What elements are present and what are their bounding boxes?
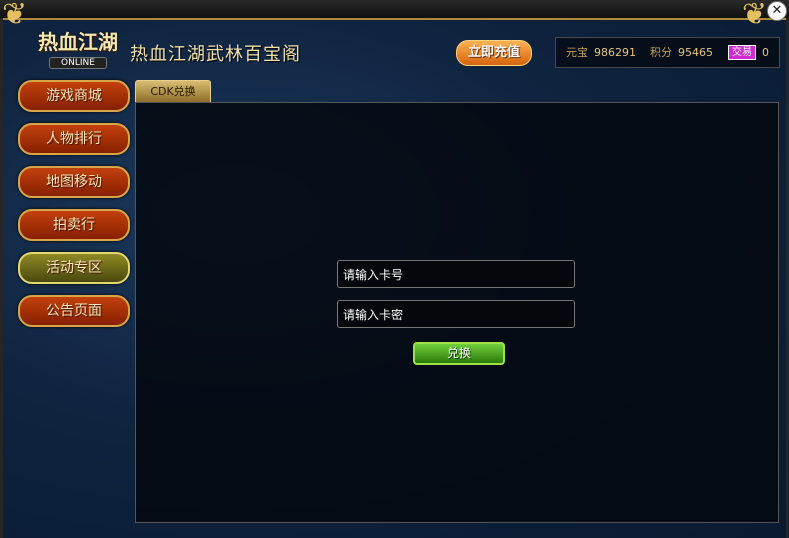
- currency-panel: 元宝 986291 积分 95465 交易 0: [555, 37, 780, 68]
- close-button[interactable]: ✕: [767, 1, 787, 21]
- yuanbao-label: 元宝: [566, 46, 588, 59]
- logo-subtext: ONLINE: [49, 57, 107, 69]
- window-left-border: [0, 18, 3, 538]
- app-title: 热血江湖武林百宝阁: [130, 44, 301, 65]
- window-title-bar: [0, 0, 789, 20]
- card-number-input[interactable]: 请输入卡号: [337, 260, 575, 288]
- recharge-button[interactable]: 立即充值: [456, 40, 532, 66]
- points-label: 积分: [650, 46, 672, 59]
- ornament-corner-icon: ❦: [741, 0, 767, 32]
- yuanbao-value: 986291: [594, 46, 636, 59]
- sidebar-item-game-store[interactable]: 游戏商城: [18, 80, 130, 112]
- sidebar-item-announcements[interactable]: 公告页面: [18, 295, 130, 327]
- redeem-button[interactable]: 兑换: [413, 342, 505, 365]
- game-logo: 热血江湖 ONLINE: [38, 26, 118, 76]
- sidebar-item-auction-house[interactable]: 拍卖行: [18, 209, 130, 241]
- sidebar-item-map-teleport[interactable]: 地图移动: [18, 166, 130, 198]
- logo-text: 热血江湖: [38, 30, 118, 54]
- sidebar-item-character-ranking[interactable]: 人物排行: [18, 123, 130, 155]
- sidebar-item-events[interactable]: 活动专区: [18, 252, 130, 284]
- trade-badge[interactable]: 交易: [728, 45, 756, 60]
- tab-cdk-redeem[interactable]: CDK兑换: [135, 80, 211, 103]
- trade-value: 0: [762, 46, 769, 59]
- points-value: 95465: [678, 46, 713, 59]
- card-password-input[interactable]: 请输入卡密: [337, 300, 575, 328]
